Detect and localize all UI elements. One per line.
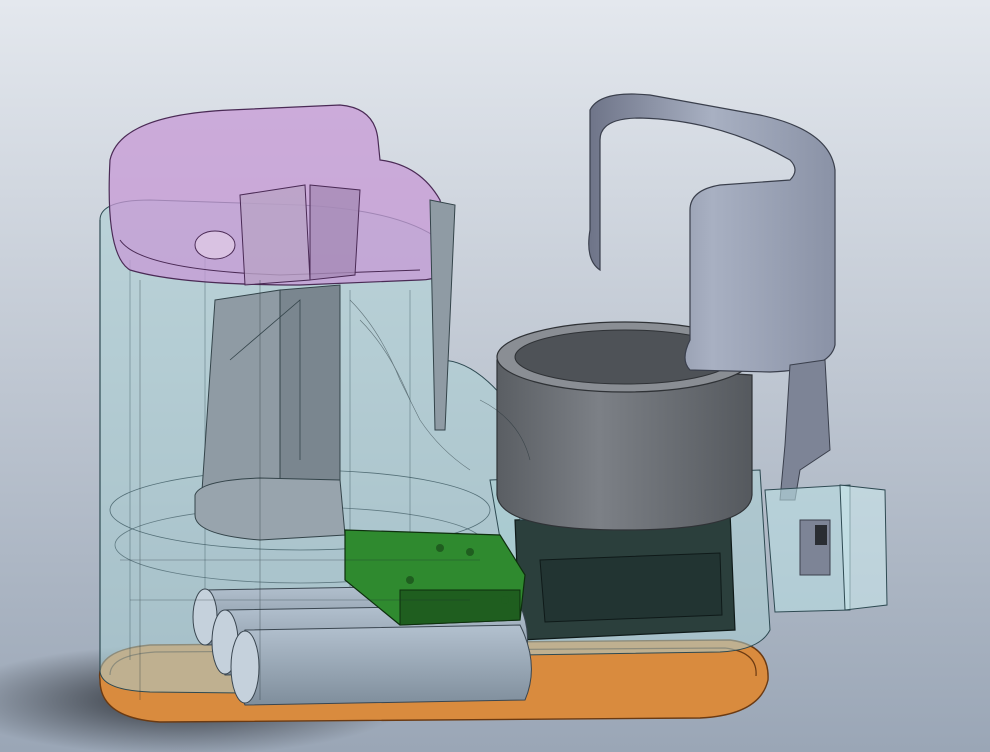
sensor-block (764, 484, 888, 613)
circuit-board-shape (466, 548, 474, 556)
circuit-board-shape (436, 544, 444, 552)
motor-bracket-shape (194, 477, 346, 541)
sensor-block-shape (815, 525, 827, 545)
cad-viewport[interactable] (0, 0, 990, 752)
circuit-board-shape (501, 596, 509, 604)
battery-pack-shape (230, 630, 260, 704)
circuit-board-shape (399, 589, 521, 626)
motor-bracket (194, 284, 346, 541)
circuit-board-shape (406, 576, 414, 584)
top-cap-shape (239, 184, 311, 286)
top-cap-shape (309, 184, 361, 281)
servo-motor-shape (539, 552, 723, 623)
battery-pack-shape (236, 624, 532, 706)
top-cap-shape (194, 230, 236, 260)
assembly-render (0, 0, 990, 752)
sensor-block-shape (839, 484, 888, 611)
